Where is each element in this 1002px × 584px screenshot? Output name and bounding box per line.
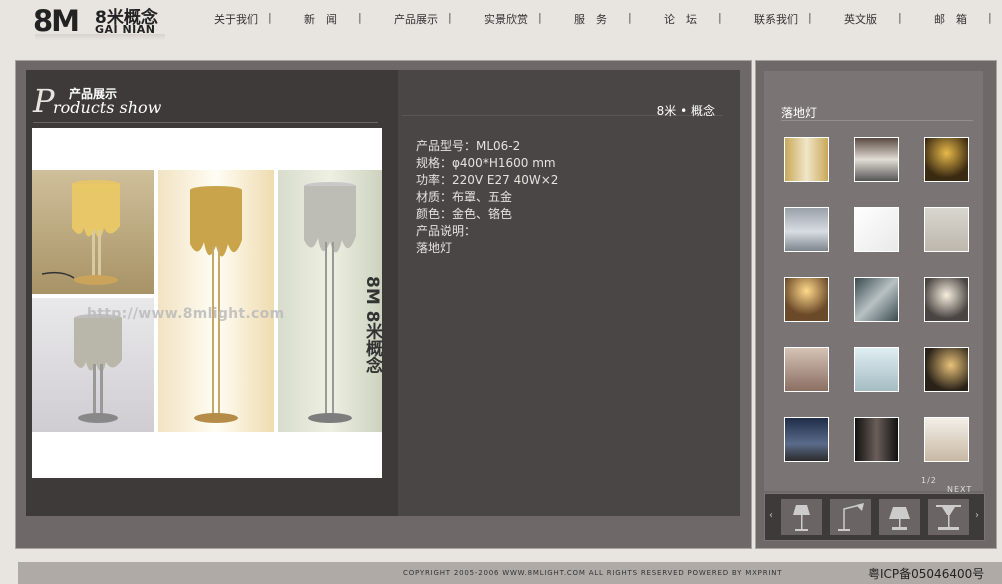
thumbnail[interactable] (784, 347, 829, 392)
nav-separator: | (988, 11, 992, 24)
spec-description: 落地灯 (416, 241, 453, 255)
section-title: P 产品展示 roducts show (33, 82, 378, 123)
category-pendant-lamp[interactable] (928, 499, 969, 535)
brand-line: 8米 • 概念 (402, 95, 723, 118)
nav-gallery[interactable]: 实景欣赏 (484, 11, 528, 27)
photo-gold-floor-lamp (158, 170, 274, 432)
nav-english[interactable]: 英文版 (844, 11, 877, 27)
carousel-right-arrow[interactable]: › (975, 510, 979, 521)
nav-separator: | (808, 11, 812, 24)
sidebar-frame: 落地灯 1/2 NEXT ‹ › (755, 60, 997, 549)
product-specs: 产品型号：ML06-2 规格：φ400*H1600 mm 功率：220V E27… (416, 138, 558, 257)
spec-model: 产品型号：ML06-2 (416, 139, 521, 153)
thumbnail[interactable] (784, 207, 829, 252)
photo-gold-table-lamp (32, 170, 154, 294)
nav-about[interactable]: 关于我们 (214, 11, 258, 27)
product-photo: http://www.8mlight.com 8M 8米概念 (32, 128, 382, 478)
nav-service[interactable]: 服 务 (574, 11, 607, 27)
thumbnail[interactable] (784, 137, 829, 182)
photo-watermark: http://www.8mlight.com (87, 306, 285, 322)
thumbnail-panel: 落地灯 1/2 NEXT (764, 71, 983, 494)
pager: 1/2 NEXT (921, 476, 983, 494)
category-label: 落地灯 (781, 106, 818, 120)
copyright-text: COPYRIGHT 2005-2006 WWW.8MLIGHT.COM ALL … (403, 569, 783, 577)
category-title: 落地灯 (781, 102, 973, 121)
logo-8m: 8M (33, 4, 80, 38)
category-table-lamp[interactable] (879, 499, 920, 535)
spec-power: 功率：220V E27 40W×2 (416, 173, 559, 187)
category-arc-lamp[interactable] (830, 499, 871, 535)
thumbnail[interactable] (924, 347, 969, 392)
thumbnail[interactable] (924, 207, 969, 252)
thumbnail[interactable] (924, 277, 969, 322)
logo-reflection (35, 34, 165, 40)
thumbnail[interactable] (854, 347, 899, 392)
thumbnail[interactable] (854, 207, 899, 252)
spec-description-label: 产品说明： (416, 224, 477, 238)
thumbnail[interactable] (854, 417, 899, 462)
header: 8M 8米概念 GAI NIAN 关于我们 | 新 闻 | 产品展示 | 实景欣… (0, 0, 1002, 52)
photo-vertical-logo: 8M 8米概念 (362, 276, 382, 374)
nav-mailbox[interactable]: 邮 箱 (934, 11, 967, 27)
nav-separator: | (628, 11, 632, 24)
main-frame: P 产品展示 roducts show http://www.8mlight.c… (15, 60, 752, 549)
nav-separator: | (448, 11, 452, 24)
nav-separator: | (718, 11, 722, 24)
thumbnail[interactable] (854, 277, 899, 322)
thumbnail[interactable] (784, 417, 829, 462)
icp-license[interactable]: 粤ICP备05046400号 (868, 565, 984, 582)
nav-forum[interactable]: 论 坛 (664, 11, 697, 27)
nav-products[interactable]: 产品展示 (394, 11, 438, 27)
carousel-left-arrow[interactable]: ‹ (769, 510, 773, 521)
title-en: roducts show (53, 98, 162, 117)
spec-size: 规格：φ400*H1600 mm (416, 156, 556, 170)
thumbnail[interactable] (854, 137, 899, 182)
spec-material: 材质：布罩、五金 (416, 190, 513, 204)
title-initial: P (33, 82, 55, 120)
nav-separator: | (358, 11, 362, 24)
nav-separator: | (898, 11, 902, 24)
nav-separator: | (538, 11, 542, 24)
product-detail: P 产品展示 roducts show http://www.8mlight.c… (26, 70, 740, 516)
thumbnail[interactable] (924, 417, 969, 462)
nav-separator: | (268, 11, 272, 24)
category-floor-lamp[interactable] (781, 499, 822, 535)
nav-news[interactable]: 新 闻 (304, 11, 337, 27)
product-info-panel: 8米 • 概念 产品型号：ML06-2 规格：φ400*H1600 mm 功率：… (398, 70, 740, 516)
page-indicator: 1/2 (921, 476, 937, 485)
thumbnail[interactable] (924, 137, 969, 182)
nav-contact[interactable]: 联系我们 (754, 11, 798, 27)
brand-text: 8米 • 概念 (656, 104, 715, 118)
spec-color: 颜色：金色、铬色 (416, 207, 513, 221)
product-image-panel: P 产品展示 roducts show http://www.8mlight.c… (26, 70, 398, 516)
footer: COPYRIGHT 2005-2006 WWW.8MLIGHT.COM ALL … (18, 562, 1002, 584)
thumbnail[interactable] (784, 277, 829, 322)
category-carousel: ‹ › (764, 493, 985, 541)
site-logo[interactable]: 8M 8米概念 GAI NIAN (33, 2, 173, 40)
